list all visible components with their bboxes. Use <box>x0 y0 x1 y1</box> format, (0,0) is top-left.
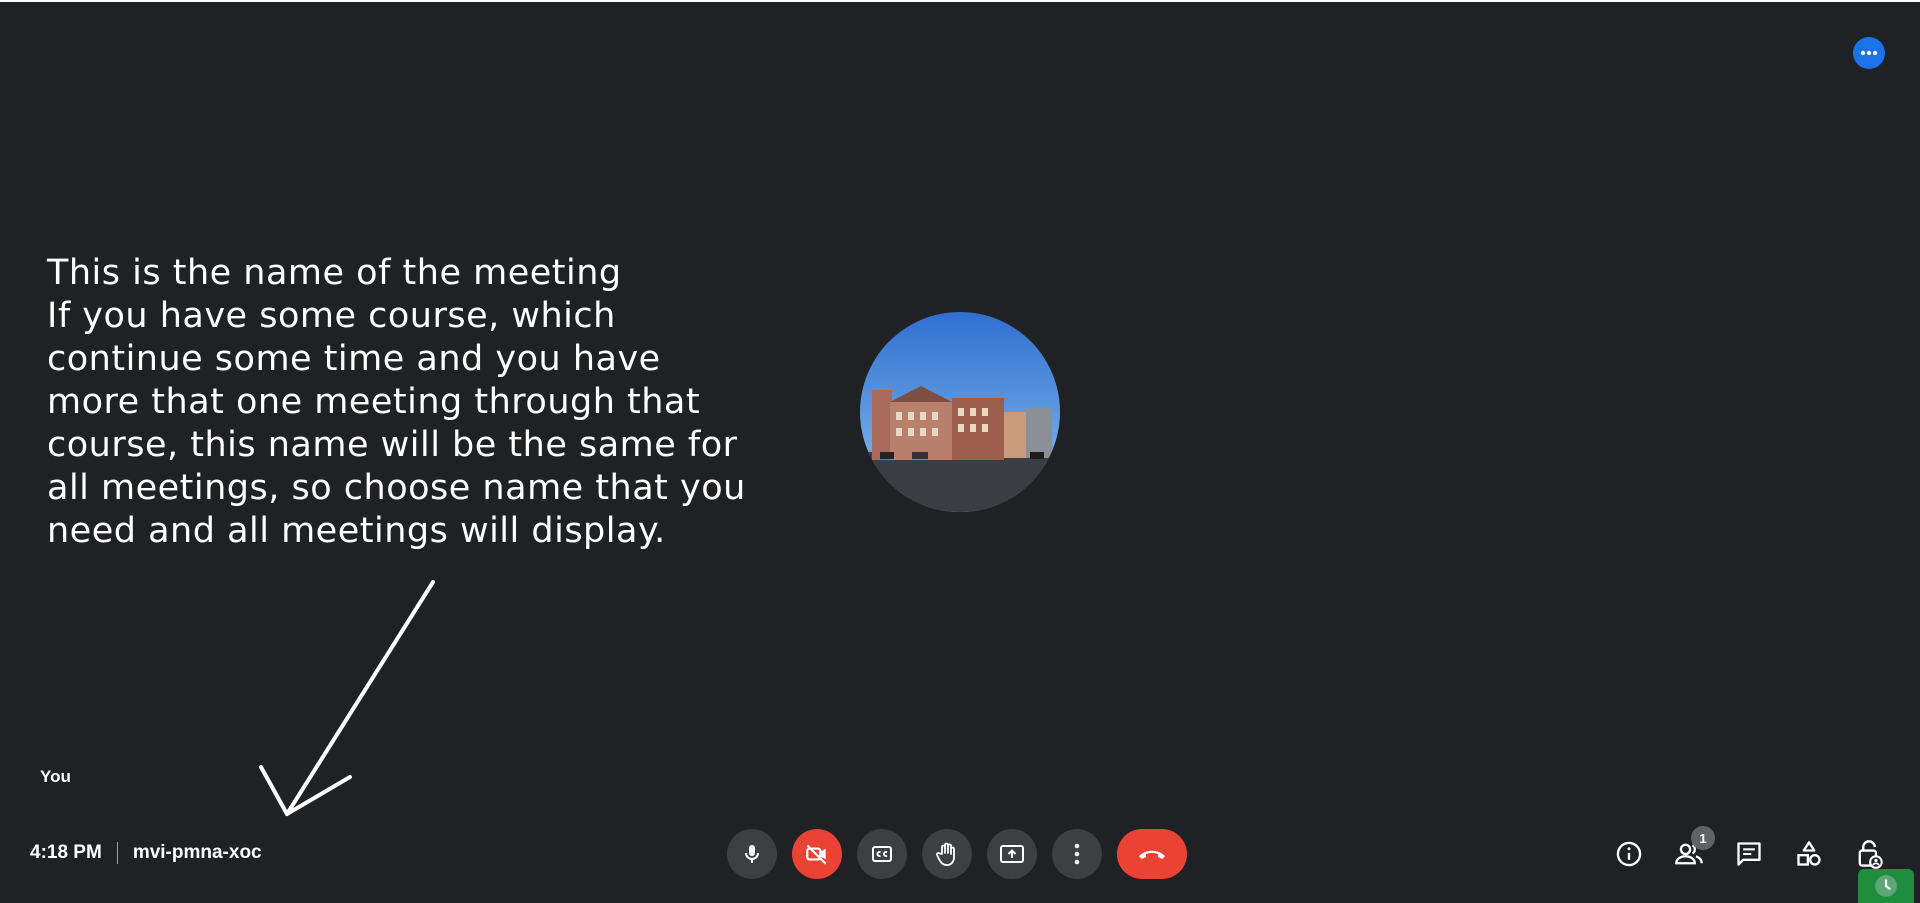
self-name-label: You <box>40 767 71 786</box>
chat-icon <box>1737 842 1761 866</box>
captions-icon <box>872 846 892 862</box>
end-call-icon <box>1139 850 1165 859</box>
captions-button[interactable] <box>857 829 907 879</box>
meeting-info: 4:18 PM mvi-pmna-xoc <box>30 841 262 865</box>
raise-hand-button[interactable] <box>922 829 972 879</box>
microphone-button[interactable] <box>727 829 777 879</box>
present-screen-icon <box>1000 845 1024 863</box>
corner-clock-badge[interactable] <box>1858 869 1914 903</box>
camera-off-icon <box>806 844 827 865</box>
meeting-info-divider <box>116 842 118 864</box>
window-top-border <box>0 0 1920 2</box>
host-controls-lock-icon <box>1858 840 1883 869</box>
camera-button[interactable] <box>792 829 842 879</box>
chat-button[interactable] <box>1724 829 1774 879</box>
top-more-button[interactable] <box>1853 37 1885 69</box>
activities-button[interactable] <box>1784 829 1834 879</box>
present-screen-button[interactable] <box>987 829 1037 879</box>
people-button[interactable]: 1 <box>1664 826 1715 879</box>
raise-hand-icon <box>936 842 955 866</box>
self-avatar <box>860 312 1060 512</box>
clock-icon <box>1875 875 1897 897</box>
activities-icon <box>1797 841 1821 866</box>
info-icon <box>1616 841 1642 867</box>
microphone-icon <box>745 845 759 863</box>
more-options-button[interactable] <box>1052 829 1102 879</box>
end-call-button[interactable] <box>1117 829 1187 879</box>
call-controls <box>727 829 1187 879</box>
meeting-details-button[interactable] <box>1604 829 1654 879</box>
more-vertical-icon <box>1074 843 1080 865</box>
annotation-text: This is the name of the meeting If you h… <box>47 253 746 551</box>
meeting-code[interactable]: mvi-pmna-xoc <box>133 842 262 864</box>
participants-count-badge: 1 <box>1691 826 1715 850</box>
more-horizontal-icon <box>1860 50 1878 56</box>
meeting-time: 4:18 PM <box>30 842 102 863</box>
